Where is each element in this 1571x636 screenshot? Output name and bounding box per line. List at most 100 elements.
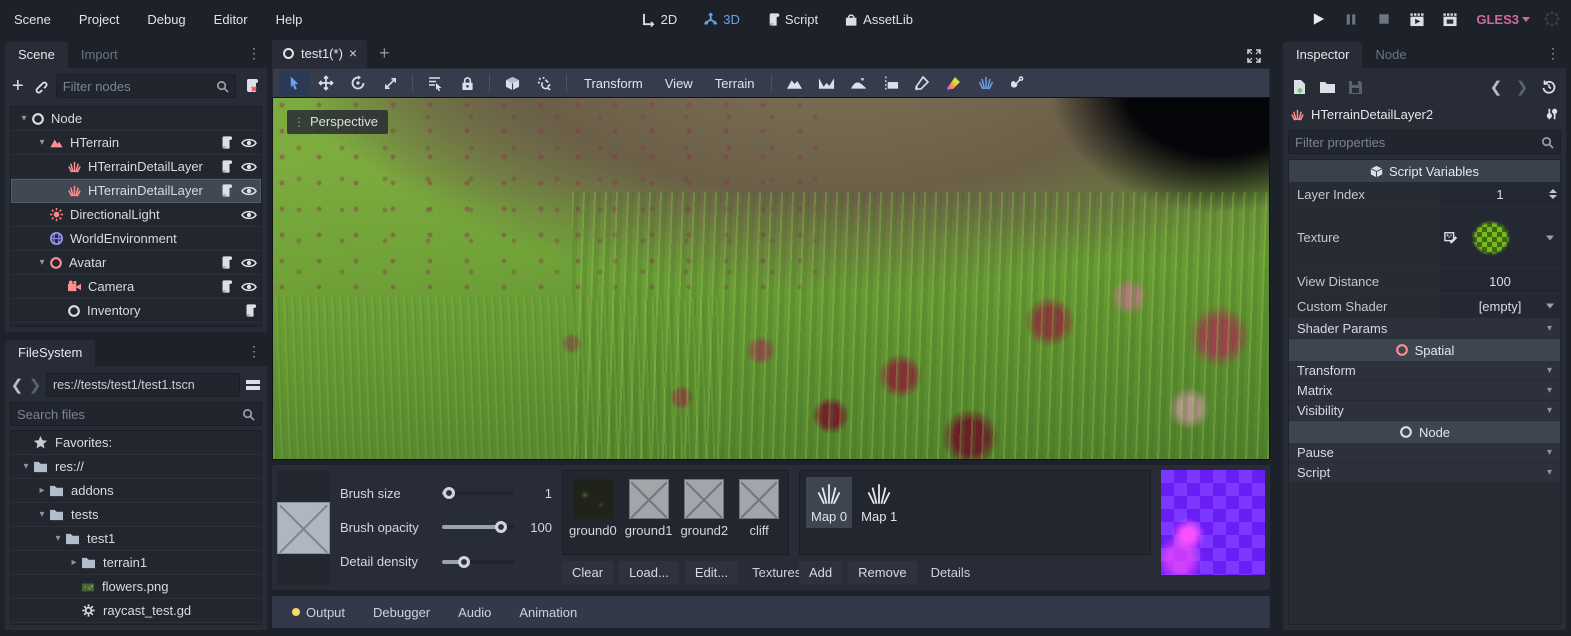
move-button[interactable] bbox=[311, 71, 341, 95]
brush-shape-item[interactable] bbox=[277, 470, 330, 502]
menu-scene[interactable]: Scene bbox=[0, 0, 65, 38]
value-stepper[interactable] bbox=[1549, 189, 1557, 199]
tab-scene[interactable]: Scene bbox=[5, 42, 68, 68]
dock-menu-icon[interactable]: ⋮ bbox=[247, 343, 261, 360]
filesystem-row[interactable]: ▸terrain1 bbox=[11, 551, 261, 575]
history-icon[interactable] bbox=[1541, 79, 1557, 95]
detail-grass-blue-button[interactable] bbox=[971, 71, 1001, 95]
property-value[interactable]: 100 bbox=[1440, 269, 1560, 293]
list-select-button[interactable] bbox=[420, 71, 450, 95]
property-value[interactable]: 1 bbox=[1440, 182, 1560, 206]
renderer-dropdown[interactable]: GLES3 bbox=[1470, 12, 1536, 27]
scene-tab-test1[interactable]: test1(*) × bbox=[272, 40, 367, 68]
tree-expand-icon[interactable]: ▾ bbox=[17, 113, 31, 124]
clear-texture-button[interactable]: Clear bbox=[562, 561, 613, 584]
bottom-tab-output[interactable]: Output bbox=[280, 605, 357, 620]
section-pause[interactable]: Pause▾ bbox=[1289, 443, 1560, 463]
slider-knob[interactable] bbox=[458, 556, 470, 568]
scene-tree-row[interactable]: ▾Node bbox=[11, 107, 261, 131]
tree-expand-icon[interactable]: ▾ bbox=[51, 533, 65, 544]
lock-button[interactable] bbox=[452, 71, 482, 95]
menu-project[interactable]: Project bbox=[65, 0, 133, 38]
save-resource-icon[interactable] bbox=[1348, 80, 1363, 95]
next-object-button[interactable]: ❯ bbox=[1515, 78, 1529, 96]
edit-texture-button[interactable]: Edit... bbox=[685, 561, 738, 584]
add-map-button[interactable]: Add bbox=[799, 561, 842, 584]
holes-shovel-button[interactable] bbox=[1003, 71, 1033, 95]
texture-value[interactable] bbox=[1440, 207, 1560, 268]
scene-tree-row[interactable]: Inventory bbox=[11, 299, 261, 323]
detail-map-item[interactable]: Map 0 bbox=[806, 477, 852, 528]
script-icon[interactable] bbox=[243, 303, 257, 318]
rotate-button[interactable] bbox=[343, 71, 373, 95]
3d-viewport[interactable]: ⋮ Perspective bbox=[272, 97, 1270, 460]
script-icon[interactable] bbox=[219, 183, 233, 198]
select-arrow-button[interactable] bbox=[279, 71, 309, 95]
scene-tree-row[interactable]: Camera bbox=[11, 275, 261, 299]
terrain-raise-button[interactable] bbox=[779, 71, 809, 95]
distraction-free-icon[interactable] bbox=[1246, 48, 1262, 64]
section-transform[interactable]: Transform▾ bbox=[1289, 361, 1560, 381]
tree-expand-icon[interactable]: ▾ bbox=[35, 137, 49, 148]
workspace-3d[interactable]: 3D bbox=[695, 12, 748, 27]
eye-icon[interactable] bbox=[241, 209, 257, 221]
terrain-texture-item[interactable]: ground2 bbox=[680, 479, 728, 538]
dock-menu-icon[interactable]: ⋮ bbox=[247, 45, 261, 62]
detail-map-item[interactable]: Map 1 bbox=[856, 477, 902, 528]
terrain-texture-item[interactable]: ground1 bbox=[625, 479, 673, 538]
script-icon[interactable] bbox=[219, 135, 233, 150]
dock-menu-icon[interactable]: ⋮ bbox=[1546, 45, 1560, 62]
close-tab-icon[interactable]: × bbox=[349, 45, 357, 61]
scene-tree-row[interactable]: WorldEnvironment bbox=[11, 227, 261, 251]
section-script[interactable]: Script▾ bbox=[1289, 463, 1560, 483]
menu-terrain[interactable]: Terrain bbox=[705, 76, 765, 91]
load-texture-button[interactable]: Load... bbox=[619, 561, 679, 584]
script-icon[interactable] bbox=[219, 279, 233, 294]
tab-import[interactable]: Import bbox=[68, 42, 131, 68]
add-node-button[interactable]: + bbox=[12, 75, 24, 98]
scale-button[interactable] bbox=[375, 71, 405, 95]
terrain-texture-item[interactable]: ground0 bbox=[569, 479, 617, 538]
slider-track[interactable] bbox=[442, 560, 514, 564]
section-shader-params[interactable]: Shader Params▾ bbox=[1289, 319, 1560, 339]
filesystem-row[interactable]: flowers.png bbox=[11, 575, 261, 599]
brush-shape-list[interactable] bbox=[277, 470, 330, 585]
load-resource-icon[interactable] bbox=[1319, 80, 1336, 95]
new-resource-icon[interactable] bbox=[1292, 79, 1307, 95]
terrain-smooth-button[interactable] bbox=[843, 71, 873, 95]
tree-expand-icon[interactable]: ▾ bbox=[19, 461, 33, 472]
terrain-lower-button[interactable] bbox=[811, 71, 841, 95]
script-icon[interactable] bbox=[219, 255, 233, 270]
slider-track[interactable] bbox=[442, 491, 514, 495]
menu-editor[interactable]: Editor bbox=[200, 0, 262, 38]
scene-tree-row[interactable]: ▾HTerrain bbox=[11, 131, 261, 155]
eye-icon[interactable] bbox=[241, 281, 257, 293]
filesystem-row[interactable]: Favorites: bbox=[11, 431, 261, 455]
history-forward-button[interactable]: ❯ bbox=[28, 376, 42, 394]
eye-icon[interactable] bbox=[241, 257, 257, 269]
section-visibility[interactable]: Visibility▾ bbox=[1289, 401, 1560, 421]
play-scene-button[interactable] bbox=[1404, 7, 1430, 31]
filesystem-row[interactable]: ▾tests bbox=[11, 503, 261, 527]
filter-nodes-input[interactable]: Filter nodes bbox=[56, 74, 236, 98]
object-tools-icon[interactable] bbox=[1545, 107, 1559, 121]
play-custom-button[interactable] bbox=[1437, 7, 1463, 31]
scene-tree-row[interactable]: HTerrainDetailLayer bbox=[11, 179, 261, 203]
play-button[interactable] bbox=[1305, 7, 1331, 31]
color-brush-button[interactable] bbox=[939, 71, 969, 95]
stepper-down-icon[interactable] bbox=[1549, 195, 1557, 199]
section-matrix[interactable]: Matrix▾ bbox=[1289, 381, 1560, 401]
tab-inspector[interactable]: Inspector bbox=[1283, 42, 1362, 68]
workspace-script[interactable]: Script bbox=[758, 12, 826, 27]
tree-expand-icon[interactable]: ▸ bbox=[35, 485, 49, 496]
eye-icon[interactable] bbox=[241, 137, 257, 149]
slider-knob[interactable] bbox=[495, 521, 507, 533]
new-scene-tab-button[interactable]: + bbox=[367, 43, 402, 68]
bottom-tab-debugger[interactable]: Debugger bbox=[361, 605, 442, 620]
split-mode-icon[interactable] bbox=[244, 376, 262, 394]
workspace-assetlib[interactable]: AssetLib bbox=[836, 12, 921, 27]
menu-debug[interactable]: Debug bbox=[133, 0, 199, 38]
filesystem-row[interactable]: raycast_test.gd bbox=[11, 599, 261, 623]
scene-tree-row[interactable]: DirectionalLight bbox=[11, 203, 261, 227]
prev-object-button[interactable]: ❮ bbox=[1489, 78, 1503, 96]
